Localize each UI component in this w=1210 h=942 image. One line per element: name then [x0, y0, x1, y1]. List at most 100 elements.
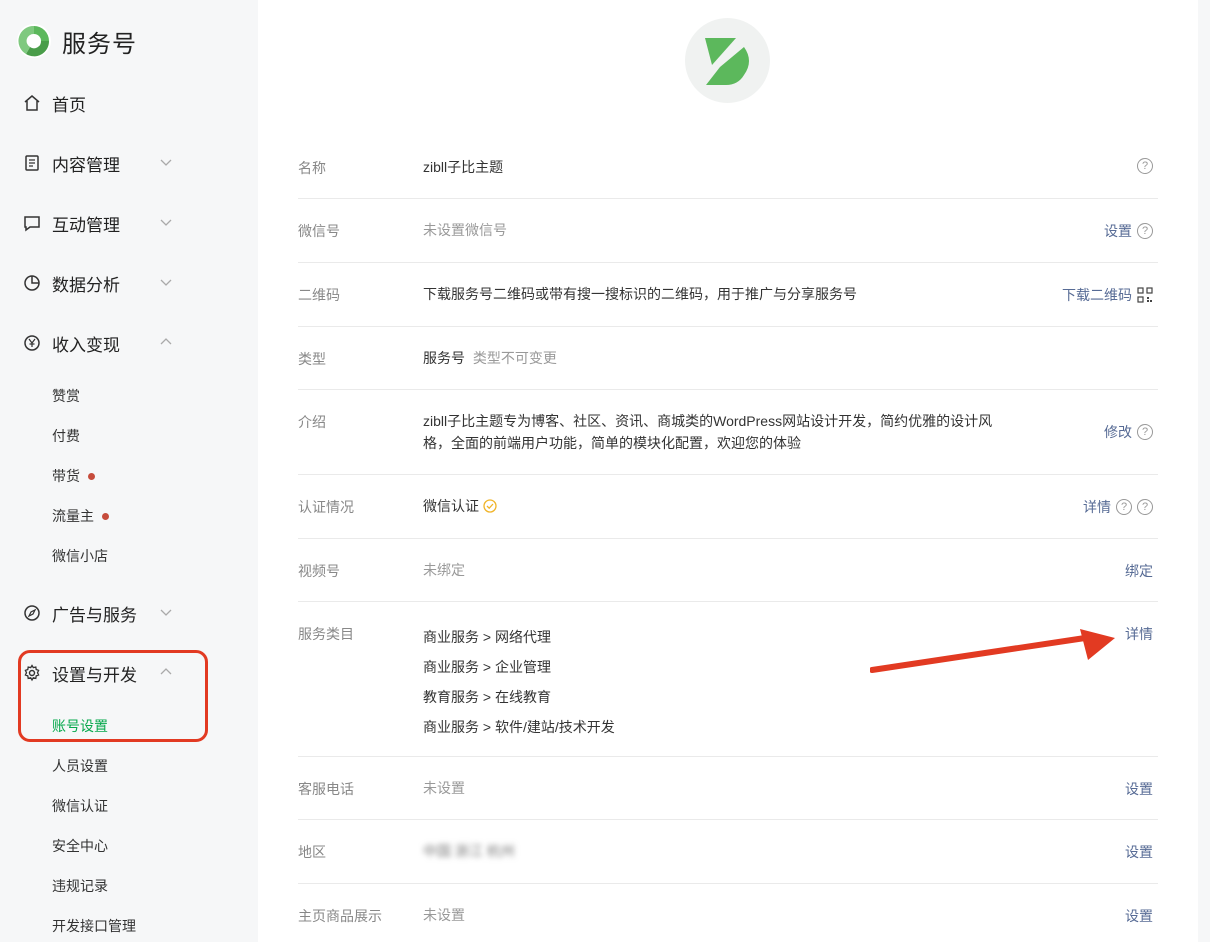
nav-label: 收入变现 — [52, 335, 120, 355]
brand-logo-icon — [17, 24, 51, 58]
row-wechat-id: 微信号 未设置微信号 设置 ? — [298, 199, 1158, 263]
row-label: 介绍 — [298, 414, 326, 430]
chevron-down-icon — [160, 279, 172, 286]
highlight-annotation — [18, 650, 208, 742]
edit-intro-link[interactable]: 修改 — [1104, 422, 1132, 442]
sub-item-shop[interactable]: 微信小店 — [52, 544, 108, 568]
help-icon[interactable]: ? — [1137, 223, 1153, 239]
account-name: zibll子比主题 — [423, 159, 504, 175]
nav-ads[interactable]: 广告与服务 — [22, 593, 222, 633]
avatar-logo-icon — [704, 37, 749, 85]
set-phone-link[interactable]: 设置 — [1125, 779, 1153, 799]
category-list: 商业服务 > 网络代理 商业服务 > 企业管理 教育服务 > 在线教育 商业服务… — [423, 622, 615, 742]
row-label: 视频号 — [298, 563, 340, 579]
sub-item-wechat-verify[interactable]: 微信认证 — [52, 794, 108, 818]
category-item: 商业服务 > 企业管理 — [423, 659, 551, 675]
nav-analytics[interactable]: 数据分析 — [22, 263, 222, 303]
help-icon[interactable]: ? — [1137, 499, 1153, 515]
sub-item-dev-api[interactable]: 开发接口管理 — [52, 914, 136, 938]
row-label: 名称 — [298, 160, 326, 176]
sidebar: 服务号 首页 内容管理 互动管理 数据分析 收入变现 赞赏 付费 带货 流量主 … — [0, 0, 240, 942]
set-region-link[interactable]: 设置 — [1125, 842, 1153, 862]
account-settings-panel: 名称 zibll子比主题 ? 微信号 未设置微信号 设置 ? 二维码 下载服务号… — [258, 0, 1198, 942]
type-note: 类型不可变更 — [472, 350, 557, 366]
bind-channels-link[interactable]: 绑定 — [1125, 561, 1153, 581]
phone-value: 未设置 — [423, 780, 465, 796]
intro-line: zibll子比主题专为博客、社区、资讯、商城类的WordPress网站设计开发，… — [423, 413, 993, 429]
account-avatar[interactable] — [685, 18, 770, 103]
qrcode-icon[interactable] — [1137, 287, 1153, 303]
chevron-down-icon — [160, 609, 172, 616]
home-icon — [22, 93, 42, 113]
nav-interaction[interactable]: 互动管理 — [22, 203, 222, 243]
chevron-down-icon — [160, 159, 172, 166]
region-value: 中国 浙江 杭州 — [423, 843, 515, 859]
pie-chart-icon — [22, 273, 42, 293]
sub-item-label: 微信认证 — [52, 798, 108, 814]
help-icon[interactable]: ? — [1137, 424, 1153, 440]
sub-item-members[interactable]: 人员设置 — [52, 754, 108, 778]
sub-item-label: 安全中心 — [52, 838, 108, 854]
row-label: 认证情况 — [298, 499, 354, 515]
nav-monetize[interactable]: 收入变现 — [22, 323, 222, 363]
sub-item-label: 带货 — [52, 468, 80, 484]
row-channels: 视频号 未绑定 绑定 — [298, 539, 1158, 602]
row-label: 服务类目 — [298, 626, 354, 642]
sub-item-violations[interactable]: 违规记录 — [52, 874, 108, 898]
compass-icon — [22, 603, 42, 623]
nav-label: 广告与服务 — [52, 605, 137, 625]
category-details-link[interactable]: 详情 — [1125, 624, 1153, 644]
row-qrcode: 二维码 下载服务号二维码或带有搜一搜标识的二维码，用于推广与分享服务号 下载二维… — [298, 263, 1158, 327]
nav-label: 互动管理 — [52, 215, 120, 235]
row-intro: 介绍 zibll子比主题专为博客、社区、资讯、商城类的WordPress网站设计… — [298, 390, 1158, 475]
document-icon — [22, 153, 42, 173]
row-verification: 认证情况 微信认证 详情 ? ? — [298, 475, 1158, 539]
nav-home[interactable]: 首页 — [22, 83, 222, 123]
verification-details-link[interactable]: 详情 — [1083, 497, 1111, 517]
yen-icon — [22, 333, 42, 353]
sub-item-paid[interactable]: 付费 — [52, 424, 80, 448]
chat-icon — [22, 213, 42, 233]
row-label: 地区 — [298, 844, 326, 860]
sub-item-label: 流量主 — [52, 508, 94, 524]
sub-item-traffic[interactable]: 流量主 — [52, 504, 109, 528]
help-icon[interactable]: ? — [1137, 158, 1153, 174]
row-name: 名称 zibll子比主题 ? — [298, 135, 1158, 199]
qrcode-description: 下载服务号二维码或带有搜一搜标识的二维码，用于推广与分享服务号 — [423, 286, 857, 302]
row-label: 客服电话 — [298, 781, 354, 797]
sub-item-label: 人员设置 — [52, 758, 108, 774]
brand[interactable]: 服务号 — [16, 20, 137, 62]
annotation-arrow — [870, 629, 1115, 673]
set-homepage-products-link[interactable]: 设置 — [1125, 906, 1153, 926]
account-type: 服务号 — [423, 350, 465, 366]
chevron-up-icon — [160, 338, 172, 345]
row-homepage-products: 主页商品展示 未设置 设置 — [298, 884, 1158, 942]
verification-status: 微信认证 — [423, 498, 479, 514]
sub-item-security[interactable]: 安全中心 — [52, 834, 108, 858]
row-type: 类型 服务号 类型不可变更 — [298, 327, 1158, 390]
sub-item-label: 赞赏 — [52, 388, 80, 404]
row-service-phone: 客服电话 未设置 设置 — [298, 757, 1158, 820]
brand-name: 服务号 — [62, 30, 137, 58]
verified-badge-icon — [483, 499, 497, 513]
set-wechat-id-link[interactable]: 设置 — [1104, 221, 1132, 241]
homepage-products-value: 未设置 — [423, 907, 465, 923]
sub-item-sales[interactable]: 带货 — [52, 464, 95, 488]
category-item: 商业服务 > 软件/建站/技术开发 — [423, 719, 615, 735]
row-label: 主页商品展示 — [298, 908, 382, 924]
sub-item-label: 违规记录 — [52, 878, 108, 894]
nav-label: 内容管理 — [52, 155, 120, 175]
download-qrcode-link[interactable]: 下载二维码 — [1062, 285, 1132, 305]
row-region: 地区 中国 浙江 杭州 设置 — [298, 820, 1158, 884]
nav-label: 首页 — [52, 95, 86, 115]
intro-line: 格，全面的前端用户功能，简单的模块化配置，欢迎您的体验 — [423, 435, 801, 451]
sub-item-label: 开发接口管理 — [52, 918, 136, 934]
category-item: 教育服务 > 在线教育 — [423, 689, 551, 705]
intro-text: zibll子比主题专为博客、社区、资讯、商城类的WordPress网站设计开发，… — [423, 410, 1013, 454]
notification-dot — [88, 472, 95, 480]
nav-content[interactable]: 内容管理 — [22, 143, 222, 183]
help-icon[interactable]: ? — [1116, 499, 1132, 515]
sub-item-label: 微信小店 — [52, 548, 108, 564]
sub-item-reward[interactable]: 赞赏 — [52, 384, 80, 408]
category-item: 商业服务 > 网络代理 — [423, 629, 551, 645]
